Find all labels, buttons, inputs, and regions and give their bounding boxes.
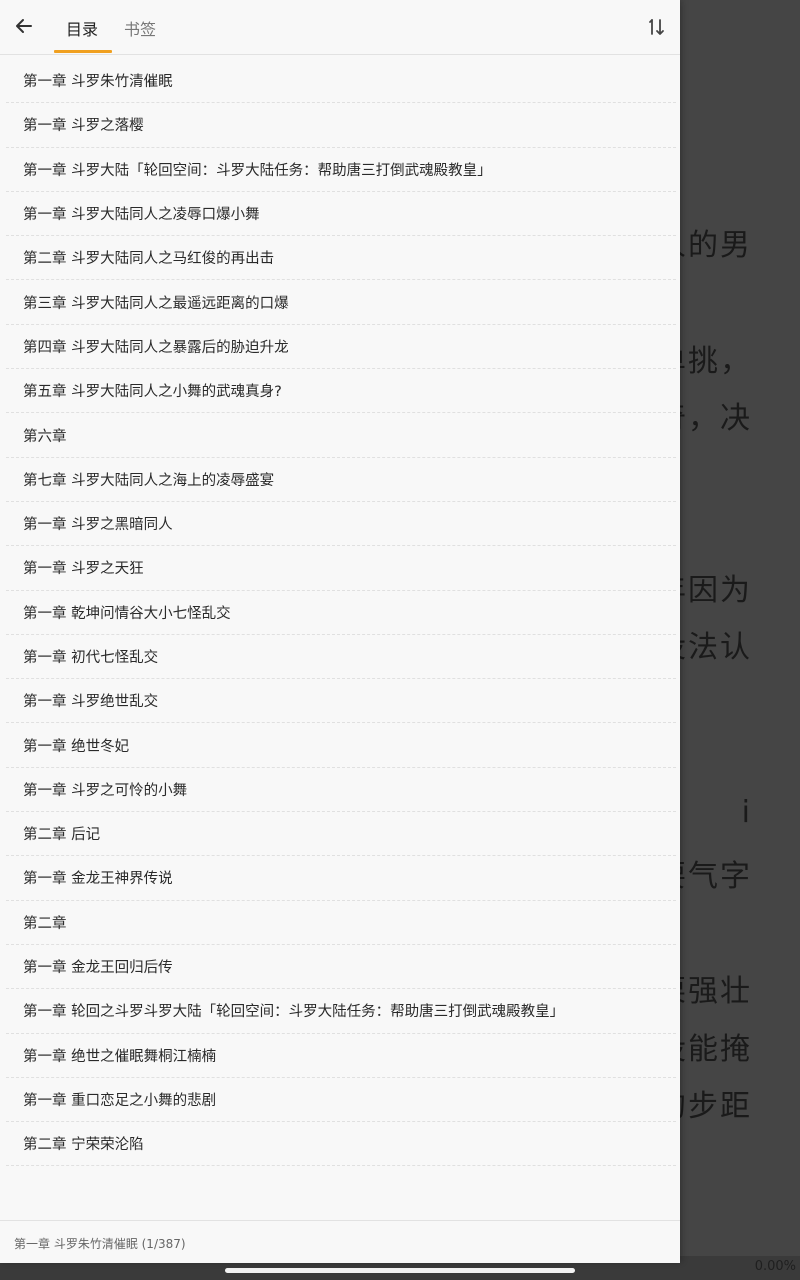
back-button[interactable] xyxy=(10,12,38,40)
chapter-item[interactable]: 第四章 斗罗大陆同人之暴露后的胁迫升龙 xyxy=(6,325,676,370)
chapter-item[interactable]: 第七章 斗罗大陆同人之海上的凌辱盛宴 xyxy=(6,458,676,502)
chapter-item[interactable]: 第一章 轮回之斗罗斗罗大陆「轮回空间：斗罗大陆任务：帮助唐三打倒武魂殿教皇」 xyxy=(6,989,676,1034)
reader-text-line: i xyxy=(741,795,752,830)
chapter-item[interactable]: 第一章 斗罗朱竹清催眠 xyxy=(6,59,676,104)
chapter-item[interactable]: 第二章 斗罗大陆同人之马红俊的再出击 xyxy=(6,236,676,281)
chapter-item[interactable]: 第一章 斗罗之可怜的小舞 xyxy=(6,768,676,813)
home-indicator[interactable] xyxy=(225,1268,575,1273)
active-tab-indicator xyxy=(54,50,112,53)
chapter-item[interactable]: 第一章 斗罗之黑暗同人 xyxy=(6,502,676,547)
chapter-item[interactable]: 第一章 初代七怪乱交 xyxy=(6,635,676,680)
chapter-item[interactable]: 第一章 斗罗之天狂 xyxy=(6,546,676,591)
chapter-item[interactable]: 第一章 斗罗大陆同人之凌辱口爆小舞 xyxy=(6,192,676,237)
chapter-item[interactable]: 第五章 斗罗大陆同人之小舞的武魂真身? xyxy=(6,369,676,414)
chapter-item[interactable]: 第一章 绝世冬妃 xyxy=(6,723,676,768)
chapter-item[interactable]: 第二章 宁荣荣沦陷 xyxy=(6,1122,676,1167)
chapter-item[interactable]: 第一章 斗罗大陆「轮回空间：斗罗大陆任务：帮助唐三打倒武魂殿教皇」 xyxy=(6,148,676,192)
drawer-footer: 第一章 斗罗朱竹清催眠 (1/387) xyxy=(0,1220,680,1263)
sort-order-icon xyxy=(649,19,664,35)
chapter-item[interactable]: 第三章 斗罗大陆同人之最遥远距离的口爆 xyxy=(6,280,676,325)
tab-bookmarks[interactable]: 书签 xyxy=(124,16,156,40)
chapter-item[interactable]: 第一章 乾坤问情谷大小七怪乱交 xyxy=(6,591,676,635)
chapter-item[interactable]: 第二章 后记 xyxy=(6,812,676,857)
sort-button[interactable] xyxy=(644,14,670,40)
arrow-left-icon xyxy=(16,19,32,33)
chapter-item[interactable]: 第一章 斗罗绝世乱交 xyxy=(6,679,676,724)
chapter-item[interactable]: 第二章 xyxy=(6,901,676,945)
reading-progress: 0.00% xyxy=(754,1259,796,1274)
chapter-item[interactable]: 第一章 绝世之催眠舞桐江楠楠 xyxy=(6,1034,676,1078)
tab-toc[interactable]: 目录 xyxy=(66,16,98,40)
chapter-item[interactable]: 第一章 重口恋足之小舞的悲剧 xyxy=(6,1078,676,1123)
chapter-item[interactable]: 第一章 金龙王神界传说 xyxy=(6,856,676,901)
chapter-item[interactable]: 第一章 金龙王回归后传 xyxy=(6,945,676,990)
toc-drawer: 目录 书签 第一章 斗罗朱竹清催眠 第一章 斗罗之落樱 第一章 斗罗大陆「轮回空间：… xyxy=(0,0,680,1263)
drawer-header: 目录 书签 xyxy=(0,0,680,55)
chapter-item[interactable]: 第一章 斗罗之落樱 xyxy=(6,103,676,148)
chapter-list[interactable]: 第一章 斗罗朱竹清催眠 第一章 斗罗之落樱 第一章 斗罗大陆「轮回空间：斗罗大陆任务… xyxy=(0,59,680,1219)
chapter-item[interactable]: 第六章 xyxy=(6,413,676,458)
current-chapter-status: 第一章 斗罗朱竹清催眠 (1/387) xyxy=(14,1237,186,1251)
